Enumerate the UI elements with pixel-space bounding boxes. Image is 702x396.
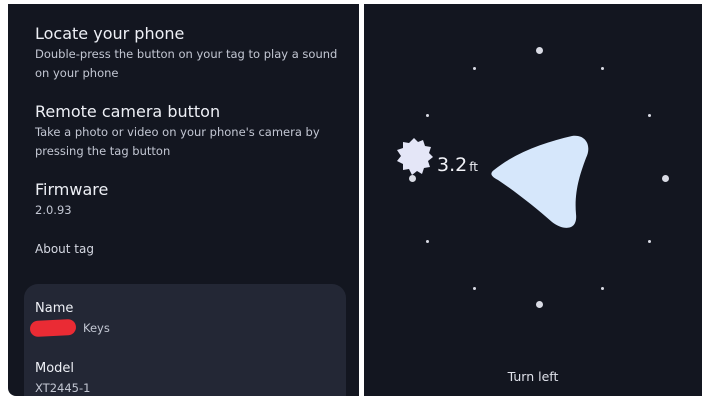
setting-locate-phone[interactable]: Locate your phone Double-press the butto…	[35, 24, 355, 83]
compass-ring-dot	[601, 67, 604, 70]
distance-value: 3.2	[437, 154, 468, 176]
name-value: Keys	[83, 321, 110, 335]
model-value: XT2445-1	[35, 381, 91, 395]
setting-firmware-version: 2.0.93	[35, 203, 72, 217]
compass-ring-dot	[662, 175, 669, 182]
compass-ring-dot	[536, 47, 543, 54]
distance-unit: ft	[469, 160, 478, 174]
turn-instruction: Turn left	[507, 369, 559, 384]
compass-ring-dot	[426, 240, 429, 243]
tag-info-card: Name Keys Model XT2445-1	[24, 284, 346, 396]
compass-ring-dot	[409, 175, 416, 182]
redaction-mark	[29, 318, 77, 338]
compass-ring-dot	[426, 114, 429, 117]
compass-ring-dot	[473, 67, 476, 70]
tag-finder-panel: 3.2 ft Turn left	[364, 4, 702, 396]
setting-remote-camera[interactable]: Remote camera button Take a photo or vid…	[35, 102, 355, 161]
compass-ring-dot	[648, 240, 651, 243]
direction-arrow-icon	[491, 135, 589, 228]
setting-remote-camera-description: Take a photo or video on your phone's ca…	[35, 125, 320, 158]
tag-settings-panel: Locate your phone Double-press the butto…	[8, 4, 359, 396]
compass-ring-dot	[648, 114, 651, 117]
setting-firmware-title: Firmware	[35, 180, 109, 199]
name-label: Name	[35, 301, 74, 316]
compass-ring-dot	[601, 287, 604, 290]
setting-locate-phone-title: Locate your phone	[35, 24, 185, 43]
compass-ring-dot	[536, 301, 543, 308]
model-label: Model	[35, 361, 75, 376]
setting-firmware[interactable]: Firmware 2.0.93	[35, 180, 355, 220]
setting-remote-camera-title: Remote camera button	[35, 102, 221, 121]
distance-readout: 3.2 ft	[437, 154, 478, 176]
setting-locate-phone-description: Double-press the button on your tag to p…	[35, 47, 338, 80]
compass-ring-dot	[473, 287, 476, 290]
tag-blob-icon	[397, 138, 433, 175]
about-tag-link[interactable]: About tag	[35, 242, 94, 256]
